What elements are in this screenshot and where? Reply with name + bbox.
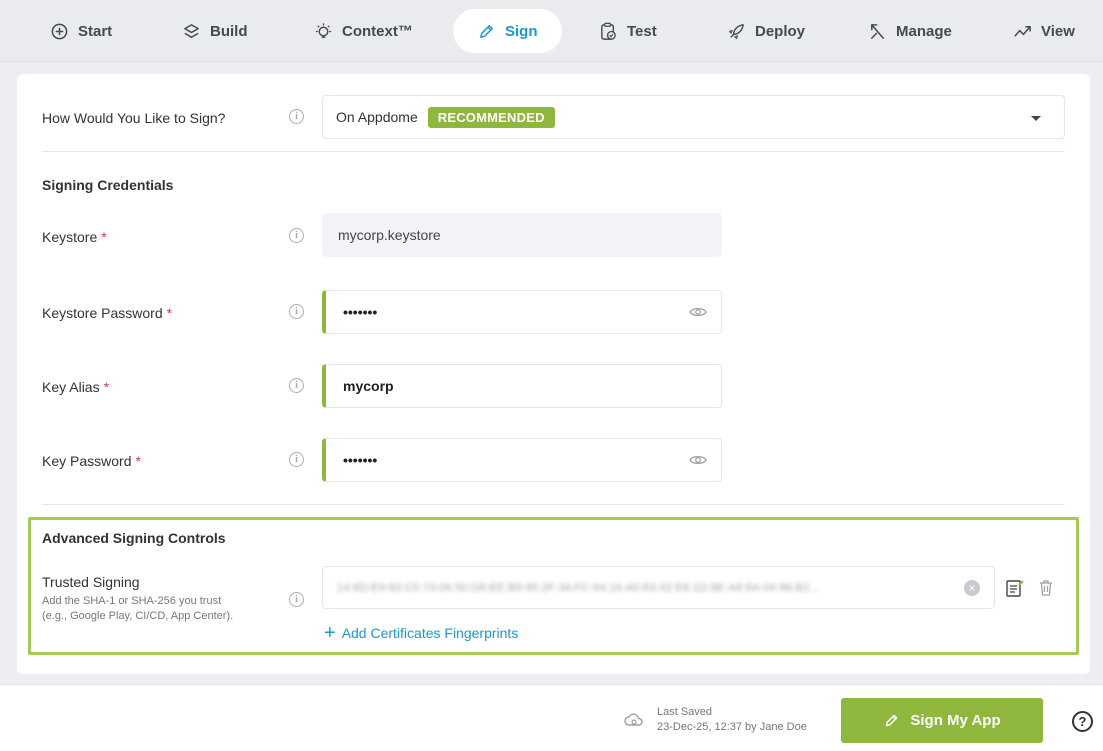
recommended-badge: RECOMMENDED xyxy=(427,106,555,128)
required-marker: * xyxy=(135,453,141,469)
trusted-signing-label: Trusted Signing xyxy=(42,574,140,590)
divider xyxy=(42,151,1065,152)
key-password-label: Key Password * xyxy=(42,453,141,469)
eye-icon[interactable] xyxy=(689,453,707,467)
tab-deploy-label: Deploy xyxy=(755,22,806,40)
last-saved-info: Last Saved 23-Dec-25, 12:37 by Jane Doe xyxy=(657,705,807,735)
footer-bar: Last Saved 23-Dec-25, 12:37 by Jane Doe … xyxy=(0,684,1103,751)
sign-method-label: How Would You Like to Sign? xyxy=(42,110,226,126)
key-alias-label-text: Key Alias xyxy=(42,379,100,395)
keystore-label-text: Keystore xyxy=(42,229,98,245)
info-icon[interactable]: i xyxy=(289,452,304,467)
required-marker: * xyxy=(166,305,173,321)
tab-manage[interactable]: Manage xyxy=(868,9,952,53)
key-password-label-text: Key Password xyxy=(42,453,132,469)
info-icon[interactable]: i xyxy=(289,378,304,393)
rocket-icon xyxy=(729,23,744,39)
trash-icon[interactable] xyxy=(1039,580,1053,596)
info-icon[interactable]: i xyxy=(289,109,304,124)
divider xyxy=(42,504,1065,505)
advanced-signing-title: Advanced Signing Controls xyxy=(42,530,226,546)
trusted-signing-help-line1: Add the SHA-1 or SHA-256 you trust xyxy=(42,595,222,607)
add-certificates-link[interactable]: + Add Certificates Fingerprints xyxy=(324,622,519,644)
key-password-value: ••••••• xyxy=(343,452,378,468)
required-marker: * xyxy=(101,229,107,245)
tab-start[interactable]: Start xyxy=(50,9,112,53)
pen-icon xyxy=(480,24,493,38)
signing-credentials-title: Signing Credentials xyxy=(42,177,174,193)
keystore-password-field[interactable]: ••••••• xyxy=(322,290,722,334)
tab-view-label: View xyxy=(1041,22,1075,40)
caret-down-icon xyxy=(1031,116,1041,121)
tab-build-label: Build xyxy=(210,22,248,40)
tab-context-label: Context™ xyxy=(342,22,413,40)
trusted-signing-help-line2: (e.g., Google Play, CI/CD, App Center). xyxy=(42,610,234,622)
info-icon[interactable]: i xyxy=(289,592,304,607)
manage-icon xyxy=(871,23,884,39)
fingerprint-value: 14:6D:E9:83:C5:73:06:50:D8:EE:B9:95:2F:3… xyxy=(337,581,820,594)
keystore-label: Keystore * xyxy=(42,229,107,245)
keystore-value: mycorp.keystore xyxy=(338,227,441,243)
top-navigation: Start Build Context™ Sign Test Deploy Ma… xyxy=(0,0,1103,62)
clear-icon[interactable]: × xyxy=(964,580,980,596)
sign-method-value: On Appdome xyxy=(336,109,418,125)
tab-context[interactable]: Context™ xyxy=(314,9,413,53)
keystore-field[interactable]: mycorp.keystore xyxy=(322,213,722,257)
info-icon[interactable]: i xyxy=(289,304,304,319)
eye-icon[interactable] xyxy=(689,305,707,319)
key-alias-label: Key Alias * xyxy=(42,379,109,395)
tab-build[interactable]: Build xyxy=(182,9,248,53)
tab-manage-label: Manage xyxy=(896,22,952,40)
cloud-sync-icon xyxy=(624,713,643,726)
trusted-signing-help: Add the SHA-1 or SHA-256 you trust (e.g.… xyxy=(42,594,233,624)
last-saved-label: Last Saved xyxy=(657,706,713,718)
keystore-password-value: ••••••• xyxy=(343,304,378,320)
tab-sign-label: Sign xyxy=(505,22,538,40)
chart-icon xyxy=(1014,25,1031,37)
sign-my-app-button[interactable]: Sign My App xyxy=(841,698,1043,743)
key-alias-field[interactable]: mycorp xyxy=(322,364,722,408)
edit-notes-icon[interactable] xyxy=(1006,579,1025,597)
pen-icon xyxy=(886,714,898,727)
tab-test[interactable]: Test xyxy=(599,9,657,53)
plus-circle-icon xyxy=(51,23,68,39)
tab-start-label: Start xyxy=(78,22,113,40)
clipboard-check-icon xyxy=(601,22,616,40)
plus-icon: + xyxy=(324,622,336,644)
lightbulb-icon xyxy=(315,22,332,38)
help-icon[interactable]: ? xyxy=(1072,711,1093,732)
tab-sign[interactable]: Sign xyxy=(453,9,562,53)
key-password-field[interactable]: ••••••• xyxy=(322,438,722,482)
key-alias-value: mycorp xyxy=(343,378,394,394)
sign-my-app-label: Sign My App xyxy=(910,712,1001,729)
required-marker: * xyxy=(103,379,110,395)
info-icon[interactable]: i xyxy=(289,228,304,243)
fingerprint-input[interactable]: 14:6D:E9:83:C5:73:06:50:D8:EE:B9:95:2F:3… xyxy=(322,566,995,609)
build-icon xyxy=(184,23,199,38)
signing-card: How Would You Like to Sign? i On Appdome… xyxy=(17,74,1090,674)
last-saved-value: 23-Dec-25, 12:37 by Jane Doe xyxy=(657,721,807,733)
sign-method-select[interactable]: On Appdome RECOMMENDED xyxy=(322,95,1065,139)
tab-test-label: Test xyxy=(627,22,657,40)
keystore-password-label: Keystore Password * xyxy=(42,305,172,321)
tab-view[interactable]: View xyxy=(1013,9,1075,53)
tab-deploy[interactable]: Deploy xyxy=(727,9,805,53)
keystore-password-label-text: Keystore Password xyxy=(42,305,163,321)
add-certificates-label: Add Certificates Fingerprints xyxy=(341,625,519,641)
